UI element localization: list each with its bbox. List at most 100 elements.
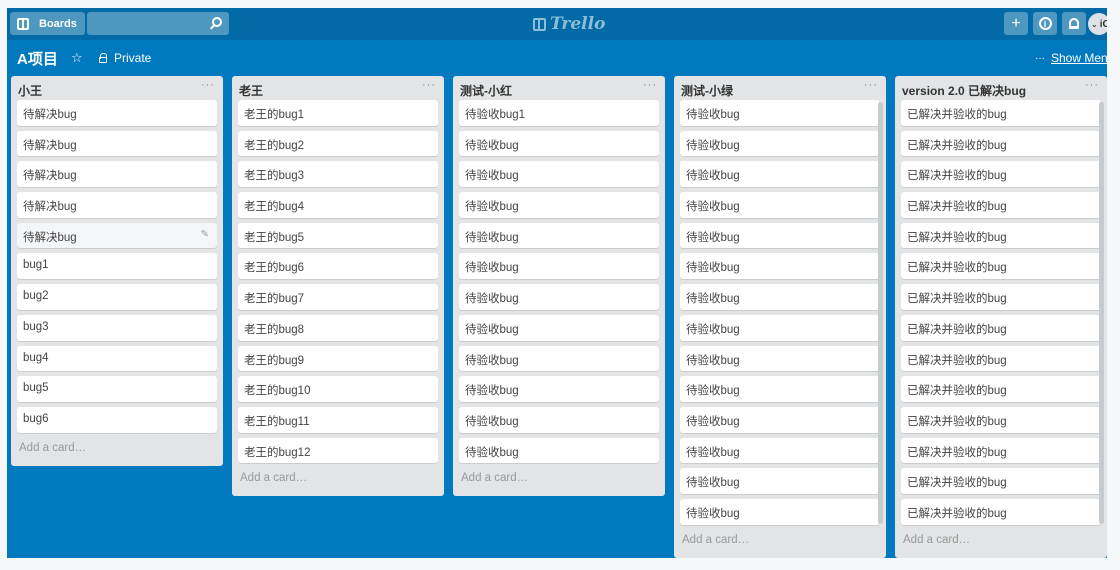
- card-title: 待验收bug: [465, 201, 519, 214]
- board-title[interactable]: A项目: [17, 48, 58, 69]
- card[interactable]: 待验收bug: [680, 222, 880, 249]
- card[interactable]: 待验收bug: [680, 161, 880, 188]
- card[interactable]: 待验收bug: [459, 192, 659, 218]
- card[interactable]: 待验收bug: [680, 192, 880, 218]
- list-scrollbar[interactable]: [878, 102, 883, 524]
- card[interactable]: 待验收bug: [680, 253, 880, 280]
- card[interactable]: 待验收bug: [459, 406, 659, 433]
- plus-icon: +: [1011, 14, 1021, 32]
- add-card-button[interactable]: Add a card…: [11, 438, 223, 466]
- search-input[interactable]: [87, 12, 229, 35]
- star-icon[interactable]: ☆: [71, 50, 83, 66]
- list-scrollbar[interactable]: [1099, 102, 1104, 524]
- card[interactable]: 已解决并验收的bug: [901, 161, 1101, 188]
- list-menu-icon[interactable]: ···: [422, 79, 436, 91]
- card[interactable]: 待解决bug: [17, 130, 217, 157]
- list-title[interactable]: version 2.0 已解决bug: [902, 82, 1026, 99]
- add-button[interactable]: +: [1004, 12, 1028, 35]
- card[interactable]: 老王的bug7: [238, 284, 438, 310]
- card[interactable]: bug1: [17, 253, 217, 280]
- card[interactable]: bug4: [17, 345, 217, 372]
- card[interactable]: 待验收bug: [459, 437, 659, 464]
- card[interactable]: 待验收bug: [459, 253, 659, 280]
- card[interactable]: 待验收bug: [459, 284, 659, 310]
- search-icon[interactable]: [212, 17, 222, 27]
- card[interactable]: bug5: [17, 376, 217, 402]
- card[interactable]: 老王的bug5: [238, 222, 438, 249]
- avatar[interactable]: ⌄ iC: [1088, 13, 1107, 35]
- list-menu-icon[interactable]: ···: [864, 79, 878, 91]
- card[interactable]: 已解决并验收的bug: [901, 345, 1101, 372]
- card[interactable]: 待解决bug: [17, 161, 217, 188]
- card[interactable]: 待验收bug: [680, 468, 880, 494]
- card[interactable]: 已解决并验收的bug: [901, 468, 1101, 494]
- card[interactable]: 待验收bug: [459, 161, 659, 188]
- card[interactable]: bug3: [17, 314, 217, 341]
- show-menu-button[interactable]: ··· Show Menu: [1035, 51, 1107, 65]
- card-title: 待验收bug: [465, 293, 519, 306]
- card[interactable]: 待验收bug: [680, 314, 880, 341]
- list-menu-icon[interactable]: ···: [643, 79, 657, 91]
- card[interactable]: 老王的bug3: [238, 161, 438, 188]
- card[interactable]: 老王的bug12: [238, 437, 438, 464]
- list-header: version 2.0 已解决bug ···: [895, 76, 1107, 100]
- card[interactable]: 已解决并验收的bug: [901, 437, 1101, 464]
- list-title[interactable]: 小王: [18, 82, 42, 99]
- card[interactable]: 待解决bug ✎: [17, 222, 217, 249]
- list-title[interactable]: 老王: [239, 82, 263, 99]
- card[interactable]: 待验收bug: [680, 284, 880, 310]
- add-card-button[interactable]: Add a card…: [453, 468, 665, 496]
- card[interactable]: 待验收bug: [680, 437, 880, 464]
- card[interactable]: 已解决并验收的bug: [901, 192, 1101, 218]
- add-card-button[interactable]: Add a card…: [232, 468, 444, 496]
- card[interactable]: 待验收bug: [459, 222, 659, 249]
- card[interactable]: 已解决并验收的bug: [901, 376, 1101, 402]
- card[interactable]: 老王的bug8: [238, 314, 438, 341]
- card[interactable]: 已解决并验收的bug: [901, 253, 1101, 280]
- card[interactable]: 已解决并验收的bug: [901, 222, 1101, 249]
- card[interactable]: 待解决bug: [17, 192, 217, 218]
- pencil-icon[interactable]: ✎: [201, 229, 209, 240]
- visibility-button[interactable]: Private: [99, 51, 151, 65]
- card-title: 已解决并验收的bug: [907, 293, 1007, 306]
- card[interactable]: 已解决并验收的bug: [901, 100, 1101, 126]
- card[interactable]: 已解决并验收的bug: [901, 314, 1101, 341]
- card[interactable]: 老王的bug11: [238, 406, 438, 433]
- card[interactable]: 待验收bug1: [459, 100, 659, 126]
- card[interactable]: 老王的bug2: [238, 130, 438, 157]
- boards-button[interactable]: Boards: [10, 12, 85, 35]
- card[interactable]: 老王的bug10: [238, 376, 438, 402]
- card[interactable]: 待验收bug: [459, 130, 659, 157]
- add-card-button[interactable]: Add a card…: [674, 530, 886, 558]
- card[interactable]: 已解决并验收的bug: [901, 130, 1101, 157]
- show-menu-label: Show Menu: [1051, 51, 1107, 65]
- card[interactable]: 已解决并验收的bug: [901, 406, 1101, 433]
- card[interactable]: 待验收bug: [680, 345, 880, 372]
- card[interactable]: 待验收bug: [680, 498, 880, 525]
- list-title[interactable]: 测试-小红: [460, 82, 512, 99]
- card[interactable]: 待验收bug: [680, 376, 880, 402]
- card[interactable]: 待验收bug: [459, 345, 659, 372]
- add-card-button[interactable]: Add a card…: [895, 530, 1107, 558]
- card[interactable]: 待验收bug: [680, 100, 880, 126]
- card[interactable]: 待验收bug: [459, 314, 659, 341]
- card[interactable]: 待解决bug: [17, 100, 217, 126]
- card[interactable]: 老王的bug4: [238, 192, 438, 218]
- info-button[interactable]: i: [1033, 12, 1057, 35]
- list-menu-icon[interactable]: ···: [1085, 79, 1099, 91]
- card[interactable]: 待验收bug: [459, 376, 659, 402]
- card[interactable]: 已解决并验收的bug: [901, 284, 1101, 310]
- card[interactable]: 老王的bug1: [238, 100, 438, 126]
- card[interactable]: bug6: [17, 406, 217, 433]
- trello-logo[interactable]: Trello: [533, 13, 605, 35]
- card[interactable]: 已解决并验收的bug: [901, 498, 1101, 525]
- card-title: 已解决并验收的bug: [907, 109, 1007, 121]
- card[interactable]: 老王的bug9: [238, 345, 438, 372]
- card[interactable]: 待验收bug: [680, 130, 880, 157]
- list-menu-icon[interactable]: ···: [201, 79, 215, 91]
- notifications-button[interactable]: [1062, 12, 1086, 35]
- card[interactable]: bug2: [17, 284, 217, 310]
- card[interactable]: 老王的bug6: [238, 253, 438, 280]
- list-title[interactable]: 测试-小绿: [681, 82, 733, 99]
- card[interactable]: 待验收bug: [680, 406, 880, 433]
